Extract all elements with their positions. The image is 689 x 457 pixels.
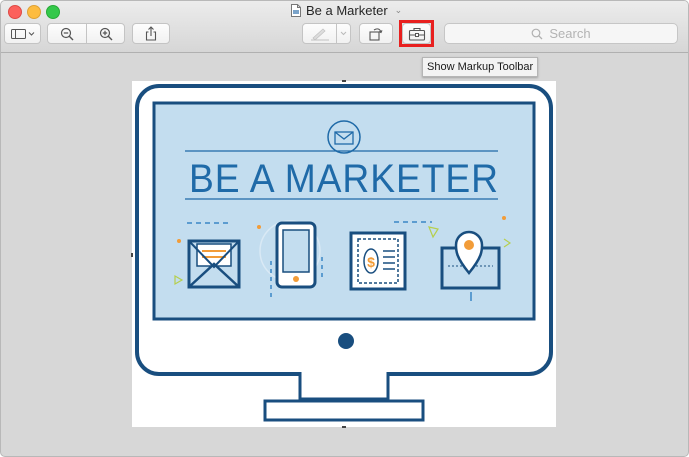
resize-handle-bottom[interactable]	[342, 426, 346, 428]
titlebar: Be a Marketer ⌄ Search	[1, 1, 688, 53]
zoom-control	[47, 23, 125, 44]
share-button[interactable]	[132, 23, 170, 44]
maximize-window-button[interactable]	[46, 5, 60, 19]
window-title[interactable]: Be a Marketer ⌄	[291, 2, 402, 18]
preview-window: Be a Marketer ⌄ Search Show Markup Toolb…	[0, 0, 689, 457]
sidebar-button[interactable]	[4, 23, 41, 44]
document-image[interactable]: BE A MARKETER $	[131, 80, 556, 428]
zoom-in-icon	[99, 27, 113, 40]
tooltip-text: Show Markup Toolbar	[427, 61, 534, 73]
tooltip: Show Markup Toolbar	[422, 57, 539, 77]
headline-text: BE A MARKETER	[189, 157, 499, 201]
zoom-out-button[interactable]	[48, 24, 86, 43]
zoom-out-icon	[60, 27, 74, 40]
resize-handle-top[interactable]	[342, 80, 346, 82]
search-field[interactable]: Search	[444, 23, 678, 44]
share-icon	[145, 26, 157, 41]
chevron-down-icon: ⌄	[394, 4, 403, 15]
zoom-in-button[interactable]	[87, 24, 125, 43]
window-title-text: Be a Marketer	[306, 2, 388, 18]
search-placeholder: Search	[549, 26, 591, 41]
minimize-window-button[interactable]	[27, 5, 41, 19]
markup-pen-button[interactable]	[302, 23, 351, 44]
marketer-illustration: BE A MARKETER $	[135, 84, 553, 422]
search-icon	[531, 28, 543, 39]
pen-icon	[310, 27, 346, 41]
red-highlight-box	[399, 20, 434, 47]
rotate-button[interactable]	[359, 23, 393, 44]
sidebar-toggle-icon	[10, 28, 34, 39]
svg-text:$: $	[367, 254, 375, 270]
document-icon	[291, 3, 301, 17]
rotate-icon	[369, 27, 383, 41]
resize-handle-left[interactable]	[131, 253, 133, 257]
close-window-button[interactable]	[8, 5, 22, 19]
